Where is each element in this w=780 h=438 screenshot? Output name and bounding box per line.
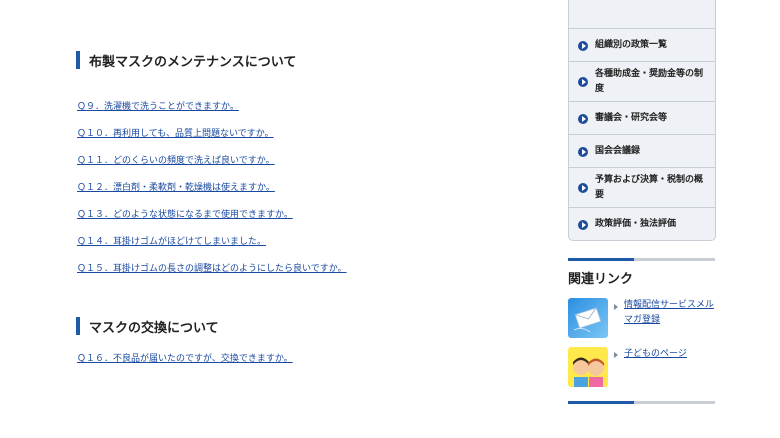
menu-item-label: 国会会議録 xyxy=(595,146,641,156)
section-title: マスクの交換について xyxy=(89,320,219,336)
arrow-circle-icon xyxy=(578,113,588,124)
related-links-bottom-rule xyxy=(568,401,715,404)
related-links-title: 関連リンク xyxy=(568,272,634,287)
menu-item-label: 各種助成金・奨励金等の制度 xyxy=(595,69,704,94)
faq-link-q13[interactable]: Ｑ１３．どのような状態になるまで使用できますか。 xyxy=(77,207,293,220)
menu-item-label: 組織別の政策一覧 xyxy=(595,40,668,50)
arrow-circle-icon xyxy=(578,77,588,87)
faq-link-q14[interactable]: Ｑ１４．耳掛けゴムがほどけてしまいました。 xyxy=(77,234,266,247)
menu-item-label: 政策評価・独法評価 xyxy=(595,219,677,229)
arrow-circle-icon xyxy=(578,183,588,193)
arrow-circle-icon xyxy=(578,146,588,157)
menu-item-policy-evaluation[interactable]: 政策評価・独法評価 xyxy=(569,207,715,240)
related-link-mail-newsletter[interactable]: 情報配信サービスメルマガ登録 xyxy=(624,298,716,328)
sidebar-policy-menu: 組織別の政策一覧 各種助成金・奨励金等の制度 審議会・研究会等 国会会議録 予算… xyxy=(568,0,716,241)
heading-accent-bar xyxy=(76,51,80,69)
section-title: 布製マスクのメンテナンスについて xyxy=(89,54,297,70)
menu-item-label: 予算および決算・税制の概要 xyxy=(595,175,704,200)
menu-item-label: 審議会・研究会等 xyxy=(595,113,668,123)
faq-link-q11[interactable]: Ｑ１１．どのくらいの頻度で洗えば良いですか。 xyxy=(77,153,275,166)
menu-item-policies-by-organization[interactable]: 組織別の政策一覧 xyxy=(569,28,715,62)
faq-link-q10[interactable]: Ｑ１０．再利用しても、品質上問題ないですか。 xyxy=(77,126,274,139)
link-arrow-icon xyxy=(614,304,618,310)
arrow-circle-icon xyxy=(578,40,588,51)
section-heading-mask-maintenance: 布製マスクのメンテナンスについて xyxy=(76,50,296,70)
faq-link-q16[interactable]: Ｑ１６．不良品が届いたのですが、交換できますか。 xyxy=(77,351,293,364)
menu-item-diet-records[interactable]: 国会会議録 xyxy=(569,134,715,168)
menu-item-budget[interactable]: 予算および決算・税制の概要 xyxy=(569,167,715,208)
faq-link-q15[interactable]: Ｑ１５．耳掛けゴムの長さの調整はどのようにしたら良いですか。 xyxy=(77,261,347,274)
related-links-top-rule xyxy=(568,258,715,261)
mail-newsletter-thumbnail[interactable] xyxy=(568,298,608,338)
faq-link-q9[interactable]: Ｑ９．洗濯機で洗うことができますか。 xyxy=(77,99,239,112)
faq-link-q12[interactable]: Ｑ１２．漂白剤・柔軟剤・乾燥機は使えますか。 xyxy=(77,180,275,193)
kids-page-thumbnail[interactable] xyxy=(568,347,608,387)
arrow-circle-icon xyxy=(578,219,588,230)
related-link-kids-page[interactable]: 子どものページ xyxy=(624,347,687,362)
menu-item-subsidies[interactable]: 各種助成金・奨励金等の制度 xyxy=(569,61,715,102)
link-arrow-icon xyxy=(614,352,618,358)
section-heading-mask-exchange: マスクの交換について xyxy=(76,316,219,336)
menu-item-councils[interactable]: 審議会・研究会等 xyxy=(569,101,715,135)
heading-accent-bar xyxy=(76,317,80,335)
